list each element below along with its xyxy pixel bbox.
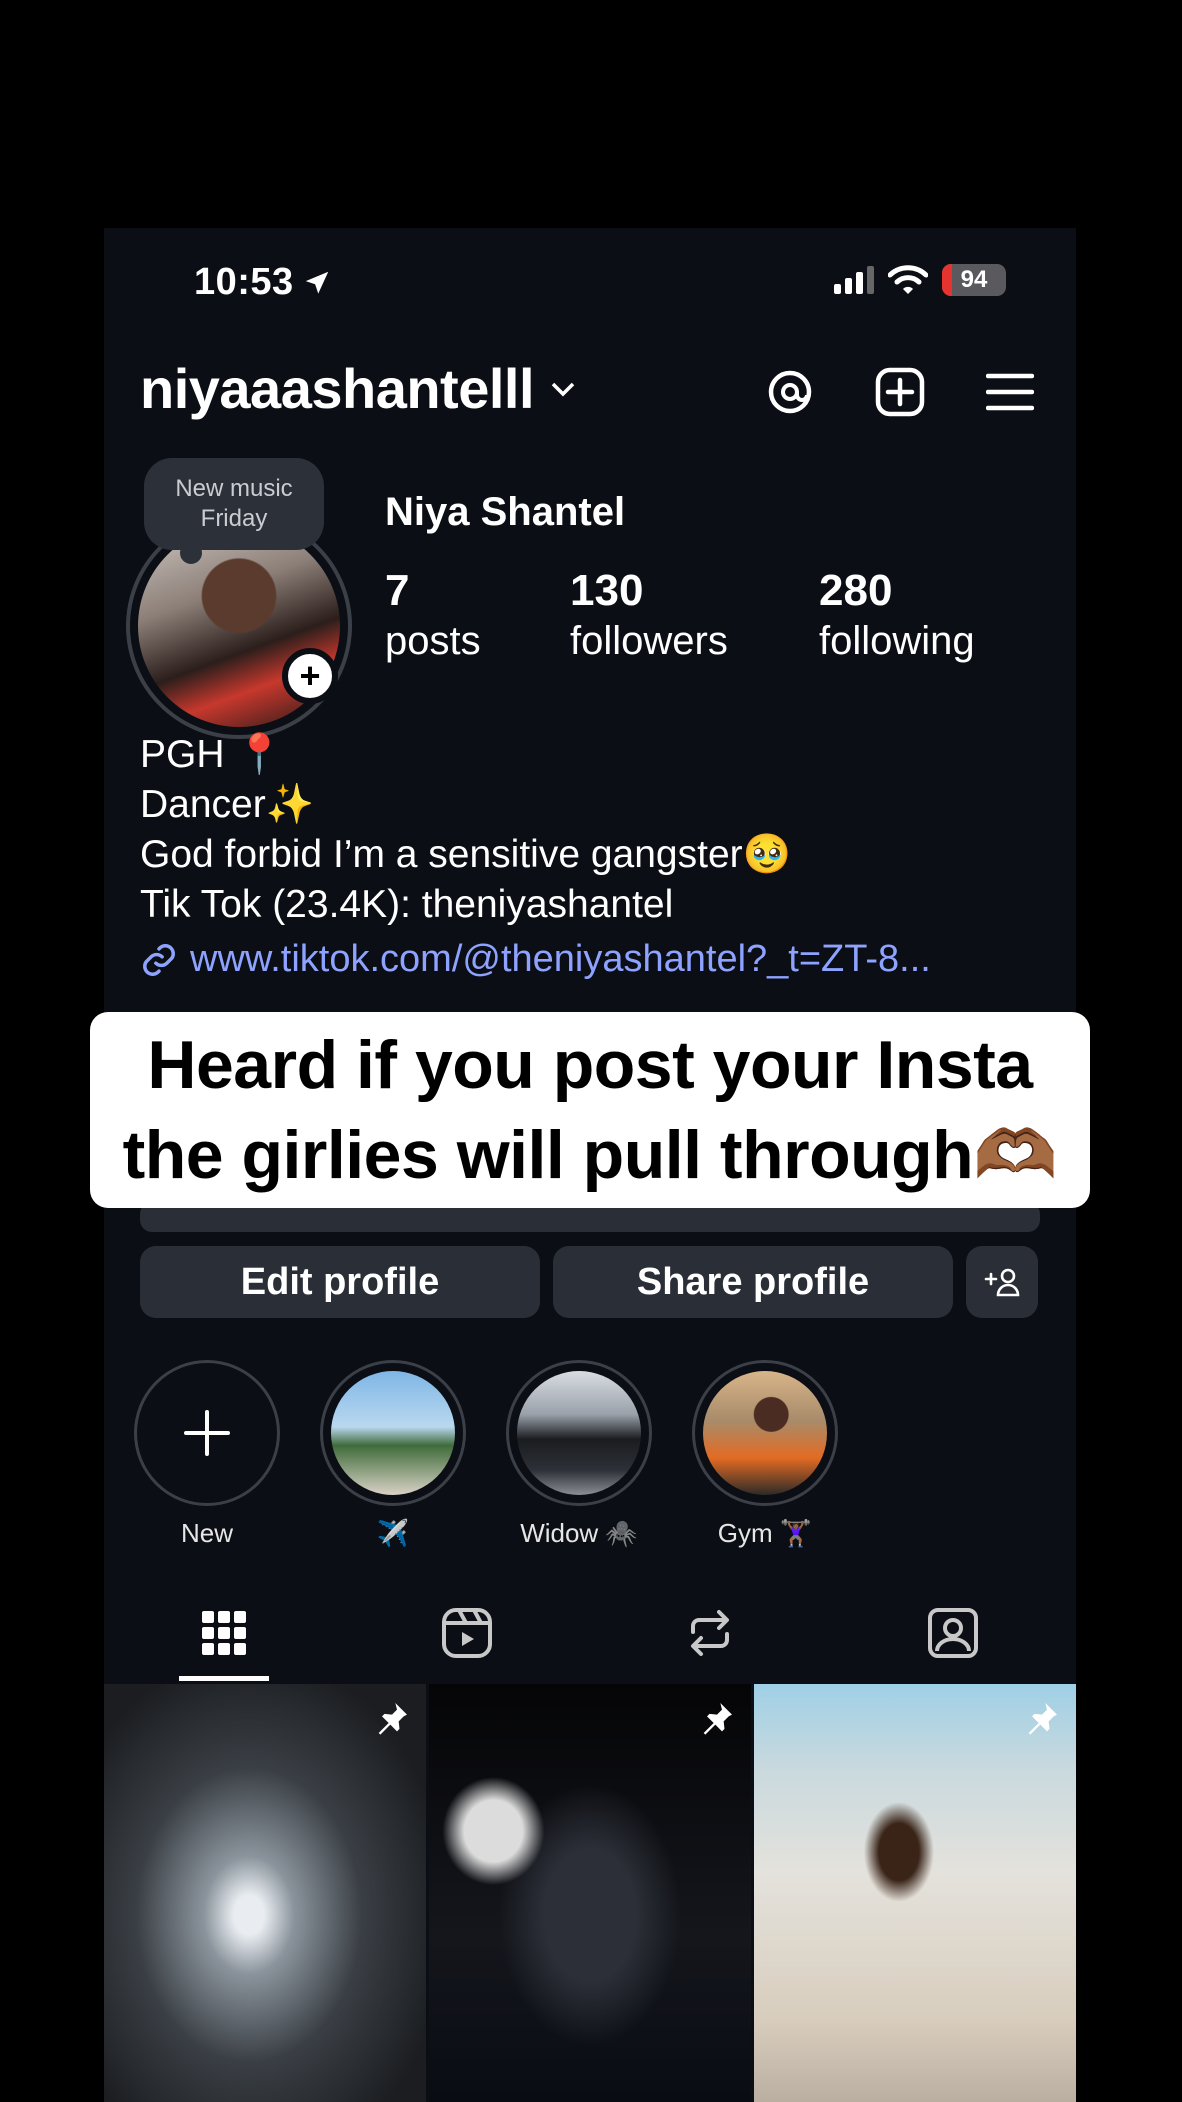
note-bubble[interactable]: New music Friday [144, 458, 324, 564]
chevron-down-icon [551, 382, 575, 396]
tab-reels[interactable] [422, 1598, 512, 1668]
highlight-cover [703, 1371, 827, 1495]
add-person-icon [984, 1268, 1020, 1297]
bio-line: PGH 📍 [140, 733, 284, 776]
highlight-new[interactable]: New [134, 1360, 280, 1549]
highlight-cover [331, 1371, 455, 1495]
post-thumbnail[interactable] [104, 1684, 426, 2102]
post-thumbnail[interactable] [754, 1684, 1076, 2102]
discover-people-button[interactable] [966, 1246, 1038, 1318]
battery-icon: 94 [942, 264, 1006, 296]
add-story-icon[interactable]: + [282, 648, 338, 704]
bio: PGH 📍 Dancer✨ God forbid I’m a sensitive… [140, 730, 791, 930]
bio-line: Dancer✨ [140, 783, 315, 826]
tab-tagged[interactable] [908, 1598, 998, 1668]
plus-icon [184, 1410, 230, 1456]
stat-following[interactable]: 280 following [819, 566, 975, 666]
highlight-widow[interactable]: Widow 🕷️ [506, 1360, 652, 1549]
status-time: 10:53 [194, 261, 332, 304]
grid-icon [202, 1611, 246, 1655]
pin-icon [703, 1703, 732, 1735]
bio-line: Tik Tok (23.4K): theniyashantel [140, 883, 674, 926]
reels-icon [442, 1608, 492, 1658]
highlight-gym[interactable]: Gym 🏋🏾‍♀️ [692, 1360, 838, 1549]
pin-icon [1028, 1703, 1057, 1735]
edit-profile-button[interactable]: Edit profile [140, 1246, 540, 1318]
threads-icon[interactable] [762, 364, 818, 420]
tab-reposts[interactable] [665, 1598, 755, 1668]
wifi-icon [888, 265, 928, 294]
post-thumbnail[interactable] [429, 1684, 751, 2102]
bio-line: God forbid I’m a sensitive gangster🥹 [140, 833, 792, 876]
highlight-cover [517, 1371, 641, 1495]
bio-link[interactable]: www.tiktok.com/@theniyashantel?_t=ZT-8..… [140, 938, 931, 981]
tagged-icon [928, 1608, 978, 1658]
status-icons: 94 [834, 264, 1006, 296]
account-switcher[interactable]: niyaaashantelll [140, 356, 576, 421]
username: niyaaashantelll [140, 357, 535, 420]
link-icon [143, 943, 175, 976]
menu-icon[interactable] [982, 364, 1038, 420]
pin-icon [378, 1703, 407, 1735]
stat-posts[interactable]: 7 posts [385, 566, 481, 666]
active-tab-indicator [179, 1676, 269, 1681]
signal-icon [834, 266, 874, 294]
reposts-icon [691, 1610, 729, 1656]
share-profile-button[interactable]: Share profile [553, 1246, 953, 1318]
stat-followers[interactable]: 130 followers [570, 566, 728, 666]
header-actions [762, 364, 1038, 420]
display-name: Niya Shantel [385, 490, 626, 534]
create-post-icon[interactable] [872, 364, 928, 420]
highlight-travel[interactable]: ✈️ [320, 1360, 466, 1549]
video-caption-overlay: Heard if you post your Insta the girlies… [90, 1012, 1090, 1208]
location-arrow-icon [305, 271, 328, 294]
tab-posts[interactable] [179, 1598, 269, 1668]
